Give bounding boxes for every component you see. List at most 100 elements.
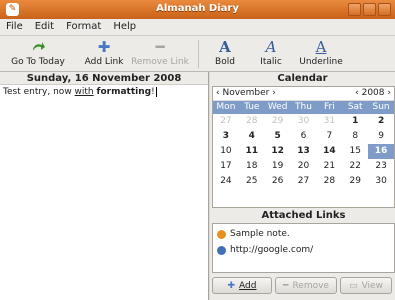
minimize-button[interactable] bbox=[348, 3, 361, 16]
weekday-label: Sat bbox=[347, 102, 363, 112]
calendar-day[interactable]: 24 bbox=[213, 174, 239, 189]
calendar-day[interactable]: 26 bbox=[265, 174, 291, 189]
calendar-day[interactable]: 23 bbox=[368, 159, 394, 174]
entry-pane: Sunday, 16 November 2008 Test entry, now… bbox=[0, 72, 209, 300]
calendar-day[interactable]: 25 bbox=[239, 174, 265, 189]
calendar-day[interactable]: 30 bbox=[368, 174, 394, 189]
remove-link-label: Remove Link bbox=[131, 57, 189, 67]
calendar-day[interactable]: 3 bbox=[213, 129, 239, 144]
add-link-button[interactable]: ✚ Add Link bbox=[81, 38, 127, 70]
calendar-day[interactable]: 27 bbox=[291, 174, 317, 189]
month-label: November bbox=[222, 88, 270, 98]
toolbar-separator bbox=[198, 40, 199, 68]
calendar-day[interactable]: 2 bbox=[368, 114, 394, 129]
calendar-day[interactable]: 18 bbox=[239, 159, 265, 174]
calendar-day[interactable]: 22 bbox=[342, 159, 368, 174]
weekday-label: Mon bbox=[216, 102, 236, 112]
window-controls bbox=[348, 3, 391, 16]
calendar-day[interactable]: 28 bbox=[316, 174, 342, 189]
next-year-icon[interactable]: › bbox=[387, 88, 391, 98]
calendar-day[interactable]: 20 bbox=[291, 159, 317, 174]
calendar-day[interactable]: 10 bbox=[213, 144, 239, 159]
add-icon: ✚ bbox=[227, 280, 236, 291]
entry-text-underlined: with bbox=[74, 87, 94, 97]
italic-label: Italic bbox=[260, 57, 282, 67]
note-icon bbox=[217, 229, 226, 239]
entry-date: Sunday, 16 November 2008 bbox=[0, 72, 208, 85]
calendar-day[interactable]: 29 bbox=[342, 174, 368, 189]
link-label: http://google.com/ bbox=[230, 245, 314, 255]
weekday-label: Sun bbox=[372, 102, 390, 112]
menu-file[interactable]: File bbox=[6, 21, 23, 33]
prev-year-icon[interactable]: ‹ bbox=[355, 88, 359, 98]
weekday-label: Wed bbox=[267, 102, 288, 112]
calendar-day[interactable]: 30 bbox=[291, 114, 317, 129]
calendar-day[interactable]: 6 bbox=[291, 129, 317, 144]
calendar-day[interactable]: 4 bbox=[239, 129, 265, 144]
remove-icon: ━ bbox=[283, 280, 289, 291]
bold-icon: A bbox=[219, 38, 231, 56]
calendar-day[interactable]: 7 bbox=[316, 129, 342, 144]
menu-edit[interactable]: Edit bbox=[35, 21, 54, 33]
underline-icon: A bbox=[315, 38, 327, 56]
calendar-day[interactable]: 11 bbox=[239, 144, 265, 159]
calendar-nav: ‹ November › ‹ 2008 › bbox=[213, 87, 394, 101]
italic-button[interactable]: A Italic bbox=[255, 38, 287, 70]
add-button[interactable]: ✚ Add bbox=[212, 277, 272, 294]
go-to-today-button[interactable]: Go To Today bbox=[8, 38, 68, 70]
remove-link-button[interactable]: ━ Remove Link bbox=[131, 38, 189, 70]
entry-text-end: ! bbox=[151, 87, 155, 97]
remove-button[interactable]: ━ Remove bbox=[275, 277, 337, 294]
calendar-day[interactable]: 5 bbox=[265, 129, 291, 144]
calendar-day[interactable]: 15 bbox=[342, 144, 368, 159]
menu-bar: File Edit Format Help bbox=[0, 19, 395, 36]
calendar-day[interactable]: 16 bbox=[368, 144, 394, 159]
month-selector[interactable]: ‹ November › bbox=[216, 88, 276, 99]
menu-format[interactable]: Format bbox=[66, 21, 101, 33]
underline-button[interactable]: A Underline bbox=[297, 38, 345, 70]
add-link-label: Add Link bbox=[84, 57, 124, 67]
add-link-icon: ✚ bbox=[97, 38, 111, 56]
links-list: Sample note. http://google.com/ bbox=[212, 223, 395, 273]
weekday-label: Fri bbox=[323, 102, 335, 112]
menu-help[interactable]: Help bbox=[113, 21, 136, 33]
calendar-day[interactable]: 12 bbox=[265, 144, 291, 159]
links-title: Attached Links bbox=[261, 210, 346, 221]
calendar-day[interactable]: 29 bbox=[265, 114, 291, 129]
sidebar: Calendar ‹ November › ‹ 2008 › Mon Tue Wed… bbox=[210, 72, 395, 300]
entry-text-bold: formatting bbox=[96, 87, 152, 97]
calendar: ‹ November › ‹ 2008 › Mon Tue Wed Thu Fri Sat… bbox=[212, 86, 395, 208]
calendar-day[interactable]: 9 bbox=[368, 129, 394, 144]
bold-button[interactable]: A Bold bbox=[210, 38, 240, 70]
calendar-day[interactable]: 21 bbox=[316, 159, 342, 174]
link-item[interactable]: http://google.com/ bbox=[217, 242, 390, 258]
calendar-day[interactable]: 17 bbox=[213, 159, 239, 174]
link-item[interactable]: Sample note. bbox=[217, 226, 390, 242]
weekday-label: Thu bbox=[295, 102, 312, 112]
calendar-day[interactable]: 27 bbox=[213, 114, 239, 129]
year-selector[interactable]: ‹ 2008 › bbox=[355, 88, 391, 99]
calendar-day[interactable]: 13 bbox=[291, 144, 317, 159]
italic-icon: A bbox=[265, 38, 277, 56]
entry-editor[interactable]: Test entry, now with formatting! bbox=[0, 85, 208, 100]
toolbar: Go To Today ✚ Add Link ━ Remove Link A B… bbox=[0, 36, 395, 72]
view-button[interactable]: ▭ View bbox=[340, 277, 392, 294]
calendar-day[interactable]: 28 bbox=[239, 114, 265, 129]
calendar-day[interactable]: 31 bbox=[316, 114, 342, 129]
link-buttons: ✚ Add ━ Remove ▭ View bbox=[212, 277, 395, 295]
calendar-day[interactable]: 8 bbox=[342, 129, 368, 144]
calendar-day[interactable]: 14 bbox=[316, 144, 342, 159]
calendar-day[interactable]: 1 bbox=[342, 114, 368, 129]
go-to-today-label: Go To Today bbox=[11, 57, 65, 67]
prev-month-icon[interactable]: ‹ bbox=[216, 88, 220, 98]
next-month-icon[interactable]: › bbox=[272, 88, 276, 98]
title-bar[interactable]: ✎ Almanah Diary bbox=[0, 0, 395, 19]
link-label: Sample note. bbox=[230, 229, 290, 239]
add-label: Add bbox=[239, 280, 257, 291]
close-button[interactable] bbox=[378, 3, 391, 16]
weekday-label: Tue bbox=[244, 102, 260, 112]
maximize-button[interactable] bbox=[363, 3, 376, 16]
remove-label: Remove bbox=[292, 280, 329, 291]
calendar-day[interactable]: 19 bbox=[265, 159, 291, 174]
window-title: Almanah Diary bbox=[156, 3, 239, 14]
